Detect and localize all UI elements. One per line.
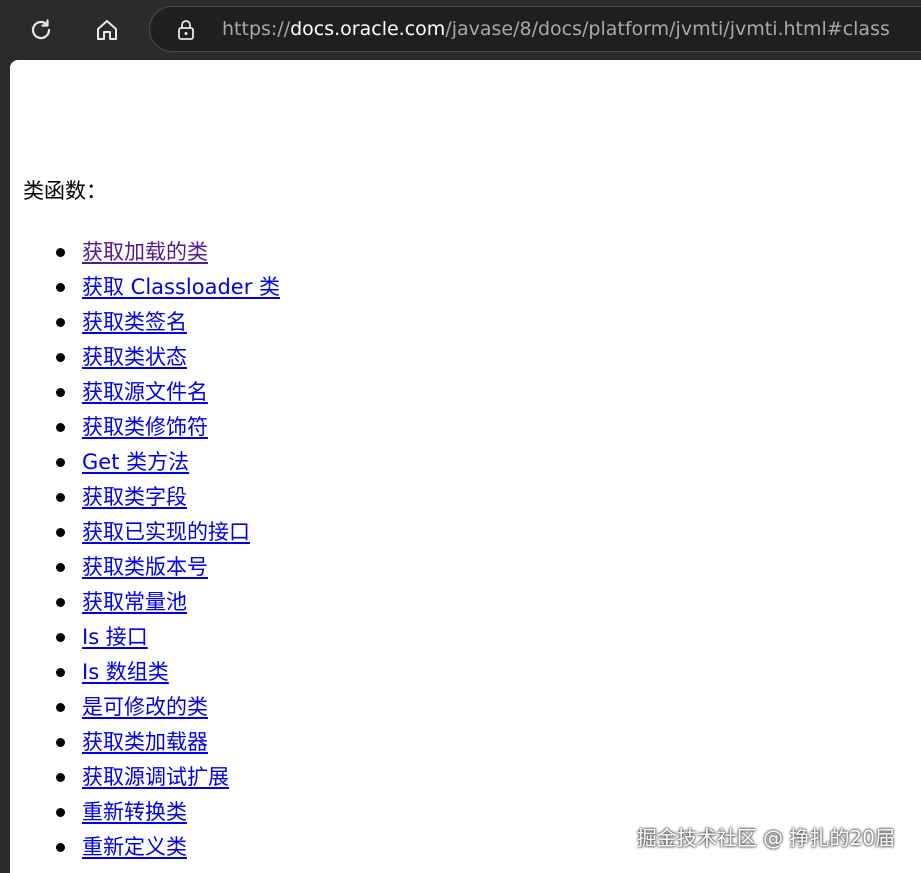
bullet-icon [56, 633, 65, 642]
function-link[interactable]: 获取类签名 [82, 310, 187, 334]
class-functions-list: 获取加载的类 获取 Classloader 类获取类签名 获取类状态 获取源文件名 获取… [10, 235, 280, 865]
section-heading: 类函数： [23, 179, 107, 203]
bullet-icon [56, 773, 65, 782]
bullet-icon [56, 458, 65, 467]
function-link[interactable]: Is 接口 [82, 625, 148, 649]
list-item: 获取源文件名 [10, 375, 280, 410]
bullet-icon [56, 668, 65, 677]
function-link[interactable]: 重新定义类 [82, 835, 187, 859]
list-item: 重新定义类 [10, 830, 280, 865]
list-item: 获取类状态 [10, 340, 280, 375]
function-link[interactable]: Get 类方法 [82, 450, 189, 474]
function-link[interactable]: Is 数组类 [82, 660, 169, 684]
bullet-icon [56, 388, 65, 397]
bullet-icon [56, 283, 65, 292]
list-item: 获取类版本号 [10, 550, 280, 585]
list-item: 获取源调试扩展 [10, 760, 280, 795]
bullet-icon [56, 353, 65, 362]
bullet-icon [56, 843, 65, 852]
list-item: 是可修改的类 [10, 690, 280, 725]
list-item: 获取已实现的接口 [10, 515, 280, 550]
function-link[interactable]: 获取类修饰符 [82, 415, 208, 439]
function-link[interactable]: 是可修改的类 [82, 695, 208, 719]
list-item: Is 接口 [10, 620, 280, 655]
function-link[interactable]: 获取源文件名 [82, 380, 208, 404]
bullet-icon [56, 563, 65, 572]
list-item: 获取 Classloader 类 [10, 270, 280, 305]
list-item: 获取类签名 [10, 305, 280, 340]
url-host: docs.oracle.com [290, 18, 446, 40]
function-link[interactable]: 获取 Classloader 类 [82, 275, 280, 299]
home-icon [97, 20, 117, 40]
function-link[interactable]: 重新转换类 [82, 800, 187, 824]
browser-toolbar: https://docs.oracle.com/javase/8/docs/pl… [0, 0, 921, 60]
function-link[interactable]: 获取源调试扩展 [82, 765, 229, 789]
watermark: 掘金技术社区 @ 挣扎的20届 [636, 826, 895, 850]
bullet-icon [56, 423, 65, 432]
function-link[interactable]: 获取类字段 [82, 485, 187, 509]
list-item: 获取类修饰符 [10, 410, 280, 445]
list-item: 重新转换类 [10, 795, 280, 830]
bullet-icon [56, 493, 65, 502]
url-scheme: https:// [222, 18, 291, 40]
function-link[interactable]: 获取类加载器 [82, 730, 208, 754]
list-item: 获取类加载器 [10, 725, 280, 760]
list-item: Get 类方法 [10, 445, 280, 480]
function-link[interactable]: 获取类状态 [82, 345, 187, 369]
bullet-icon [56, 598, 65, 607]
bullet-icon [56, 528, 65, 537]
bullet-icon [56, 808, 65, 817]
bullet-icon [56, 703, 65, 712]
reload-icon [31, 19, 51, 40]
page-content: 类函数： 获取加载的类获取 Classloader 类获取类签名获取类状态获取源… [10, 60, 921, 873]
function-link[interactable]: 获取常量池 [82, 590, 187, 614]
url-path: /javase/8/docs/platform/jvmti/jvmti.html… [445, 18, 890, 40]
bullet-icon [56, 248, 65, 257]
list-item: Is 数组类 [10, 655, 280, 690]
home-button[interactable] [89, 12, 125, 48]
list-item: 获取常量池 [10, 585, 280, 620]
reload-button[interactable] [23, 12, 59, 48]
address-bar[interactable]: https://docs.oracle.com/javase/8/docs/pl… [149, 6, 921, 52]
list-item: 获取加载的类 [10, 235, 280, 270]
function-link[interactable]: 获取类版本号 [82, 555, 208, 579]
bullet-icon [56, 318, 65, 327]
bullet-icon [56, 738, 65, 747]
list-item: 获取类字段 [10, 480, 280, 515]
function-link[interactable]: 获取已实现的接口 [82, 520, 250, 544]
lock-icon[interactable] [176, 19, 196, 41]
function-link[interactable]: 获取加载的类 [82, 240, 208, 264]
url-text[interactable]: https://docs.oracle.com/javase/8/docs/pl… [222, 7, 890, 51]
